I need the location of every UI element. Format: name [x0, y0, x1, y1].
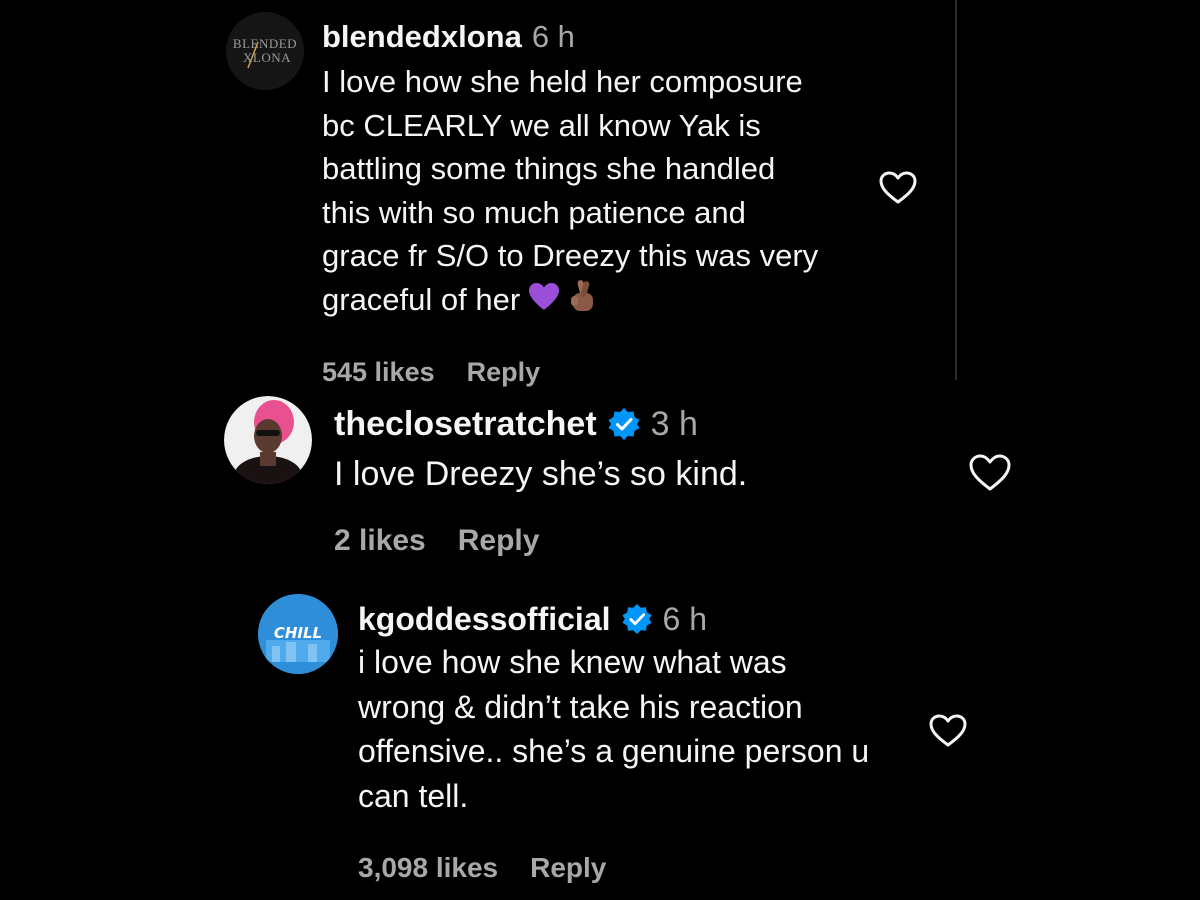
svg-text:BLENDED: BLENDED: [233, 36, 297, 51]
avatar[interactable]: [224, 396, 312, 484]
verified-badge-icon: [607, 407, 641, 441]
avatar[interactable]: CHILL: [258, 594, 338, 674]
username-link[interactable]: kgoddessofficial: [358, 601, 611, 638]
like-count[interactable]: 545 likes: [322, 357, 435, 388]
avatar[interactable]: BLENDED XLONA: [226, 12, 304, 90]
thread-divider: [955, 0, 957, 380]
reply-button[interactable]: Reply: [467, 357, 541, 388]
svg-text:CHILL: CHILL: [274, 624, 322, 642]
reply-button[interactable]: Reply: [530, 852, 606, 884]
verified-badge-icon: [621, 603, 653, 635]
like-heart-icon[interactable]: [968, 453, 1012, 498]
username-link[interactable]: blendedxlona: [322, 19, 522, 55]
timestamp[interactable]: 3 h: [651, 405, 698, 444]
like-count[interactable]: 3,098 likes: [358, 852, 498, 884]
comment-text: I love Dreezy she’s so kind.: [334, 455, 748, 493]
fingers-crossed-icon: [568, 278, 598, 326]
timestamp[interactable]: 6 h: [663, 601, 707, 638]
reply-button[interactable]: Reply: [458, 524, 540, 558]
timestamp[interactable]: 6 h: [532, 19, 575, 55]
comment-text: i love how she knew what was wrong & did…: [358, 644, 870, 814]
like-heart-icon[interactable]: [878, 170, 918, 211]
like-count[interactable]: 2 likes: [334, 524, 426, 558]
like-heart-icon[interactable]: [928, 713, 968, 754]
username-link[interactable]: theclosetratchet: [334, 405, 597, 444]
purple-heart-icon: [528, 280, 560, 324]
